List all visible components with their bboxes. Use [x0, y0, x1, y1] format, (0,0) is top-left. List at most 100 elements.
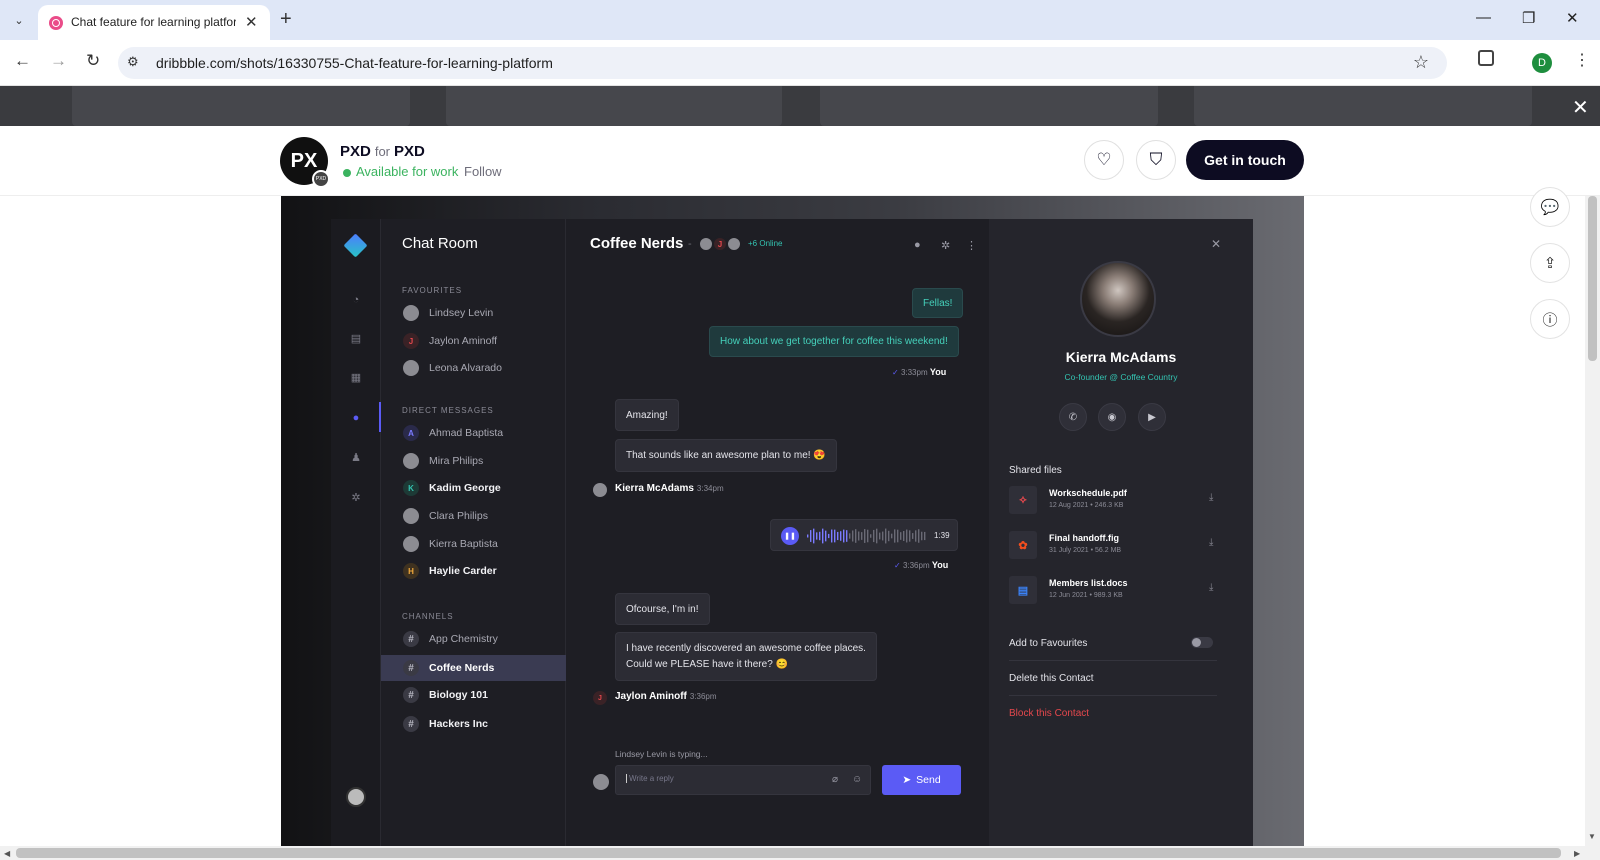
emoji-icon: ☺: [852, 774, 863, 785]
profile-avatar[interactable]: D: [1532, 53, 1552, 73]
share-button[interactable]: ⇪: [1530, 243, 1570, 283]
channel-hash-icon: #: [403, 631, 419, 647]
list-item-label: Jaylon Aminoff: [429, 335, 498, 347]
file-meta: 31 July 2021 • 56.2 MB: [1049, 547, 1122, 554]
message-meta: ✓ 3:36pm You: [894, 560, 948, 570]
sender-name: Jaylon Aminoff: [615, 691, 687, 702]
tab-title: Chat feature for learning platform: [71, 15, 236, 29]
availability-label[interactable]: Available for work: [356, 164, 458, 179]
browser-toolbar: ← → ↻ ⚙ dribbble.com/shots/16330755-Chat…: [0, 40, 1600, 86]
shared-file: ✿ Final handoff.fig 31 July 2021 • 56.2 …: [1009, 529, 1223, 563]
message-sender: Jaylon Aminoff 3:36pm: [615, 691, 717, 702]
designer-name[interactable]: PXD: [340, 143, 371, 160]
list-item: Lindsey Levin: [381, 300, 566, 326]
list-item-label: Lindsey Levin: [429, 307, 494, 319]
file-meta: 12 Aug 2021 • 246.3 KB: [1049, 502, 1124, 509]
list-item: Leona Alvarado: [381, 355, 566, 381]
reply-input: [626, 774, 816, 783]
team-name[interactable]: PXD: [394, 143, 425, 160]
vertical-scrollbar[interactable]: [1585, 196, 1600, 846]
contact-name: Kierra McAdams: [1065, 349, 1177, 365]
nav-rail: ◔ ▤ ▦ ● ♟ ✲: [331, 219, 381, 846]
add-to-favourites-label: Add to Favourites: [1009, 638, 1088, 649]
list-item-label: Hackers Inc: [429, 718, 488, 730]
waveform: [807, 528, 926, 544]
info-button[interactable]: ⓘ: [1530, 299, 1570, 339]
comments-button[interactable]: 💬: [1530, 187, 1570, 227]
list-title: Chat Room: [402, 235, 478, 252]
chat-pane: Coffee Nerds - J +6 Online ● ✲ ⋮ Fellas!…: [566, 219, 989, 846]
url-text[interactable]: dribbble.com/shots/16330755-Chat-feature…: [156, 55, 553, 71]
list-item: Clara Philips: [381, 503, 566, 529]
message-bubble: That sounds like an awesome plan to me! …: [615, 439, 837, 472]
browser-tab[interactable]: Chat feature for learning platform ✕: [38, 5, 270, 40]
title-separator: -: [688, 238, 692, 250]
restore-icon[interactable]: ❐: [1522, 9, 1535, 27]
contacts-list: Chat Room FAVOURITES Lindsey Levin J Jayl…: [381, 219, 566, 846]
new-tab-icon[interactable]: +: [280, 8, 292, 31]
back-icon[interactable]: ←: [14, 51, 31, 71]
download-icon: ⤓: [1209, 492, 1214, 503]
message-bubble: Amazing!: [615, 399, 679, 431]
browser-tab-bar: ⌄ Chat feature for learning platform ✕ +…: [0, 0, 1600, 40]
shared-file: ⟡ Workschedule.pdf 12 Aug 2021 • 246.3 K…: [1009, 484, 1223, 518]
tab-search-chevron-icon[interactable]: ⌄: [8, 9, 30, 31]
member-avatar: [726, 236, 742, 252]
scroll-right-arrow-icon[interactable]: ▶: [1574, 849, 1580, 858]
channel-hash-icon: #: [403, 716, 419, 732]
save-button[interactable]: ⛉: [1136, 140, 1176, 180]
channels-header: CHANNELS: [402, 612, 454, 621]
extensions-icon[interactable]: [1478, 50, 1494, 66]
dribbble-favicon-icon: [49, 16, 63, 30]
download-icon: ⤓: [1209, 582, 1214, 593]
message-time: 3:33pm: [900, 368, 928, 377]
delete-contact-label: Delete this Contact: [1009, 673, 1094, 684]
tab-close-icon[interactable]: ✕: [245, 13, 258, 31]
message-bubble: I have recently discovered an awesome co…: [615, 632, 877, 681]
favourites-header: FAVOURITES: [402, 286, 463, 295]
avatar: [403, 305, 419, 321]
site-info-icon[interactable]: ⚙: [127, 54, 139, 70]
contact-photo: [1080, 261, 1156, 337]
comment-icon: 💬: [1540, 199, 1560, 216]
follow-button[interactable]: Follow: [464, 164, 502, 179]
info-icon: ⓘ: [1542, 311, 1558, 329]
download-icon: ⤓: [1209, 537, 1214, 548]
message-line: Could we PLEASE have it there? 😊: [626, 658, 788, 670]
sender-time: 3:36pm: [689, 692, 717, 701]
forward-icon[interactable]: →: [50, 51, 67, 71]
vertical-scroll-thumb[interactable]: [1588, 196, 1597, 361]
avatar: H: [403, 563, 419, 579]
bookmark-star-icon[interactable]: ☆: [1413, 52, 1429, 73]
divider: [1009, 660, 1217, 661]
horizontal-scrollbar[interactable]: [0, 846, 1600, 860]
shared-file: ▤ Members list.docs 12 Jun 2021 • 989.3 …: [1009, 574, 1223, 608]
reload-icon[interactable]: ↻: [86, 51, 100, 71]
horizontal-scroll-thumb[interactable]: [16, 848, 1561, 858]
message-bubble: Ofcourse, I'm in!: [615, 593, 710, 625]
file-name: Workschedule.pdf: [1049, 488, 1127, 498]
address-bar[interactable]: ⚙ dribbble.com/shots/16330755-Chat-featu…: [118, 47, 1447, 79]
browser-menu-icon[interactable]: ⋮: [1574, 50, 1590, 70]
my-avatar: [346, 787, 366, 807]
minimize-icon[interactable]: —: [1476, 9, 1491, 26]
calendar-icon: ▦: [350, 372, 362, 384]
message-line: I have recently discovered an awesome co…: [626, 642, 866, 654]
reply-box: ⌀ ☺: [615, 765, 871, 795]
overlay-close-icon[interactable]: ✕: [1572, 95, 1589, 120]
avatar: J: [403, 333, 419, 349]
window-close-icon[interactable]: ✕: [1566, 9, 1579, 27]
list-item-label: Kadim George: [429, 482, 501, 494]
like-button[interactable]: ♡: [1084, 140, 1124, 180]
avatar: [403, 536, 419, 552]
online-count: +6 Online: [748, 239, 783, 248]
scroll-down-arrow-icon[interactable]: ▼: [1588, 832, 1596, 841]
list-item-label: Mira Philips: [429, 455, 484, 467]
scroll-left-arrow-icon[interactable]: ◀: [4, 849, 10, 858]
share-icon: ⇪: [1543, 255, 1557, 272]
more-icon: ⋮: [966, 240, 977, 252]
dashboard-icon: ◔: [352, 294, 360, 306]
get-in-touch-button[interactable]: Get in touch: [1186, 140, 1304, 180]
channel-hash-icon: #: [403, 660, 419, 676]
sender-avatar: [593, 483, 607, 497]
